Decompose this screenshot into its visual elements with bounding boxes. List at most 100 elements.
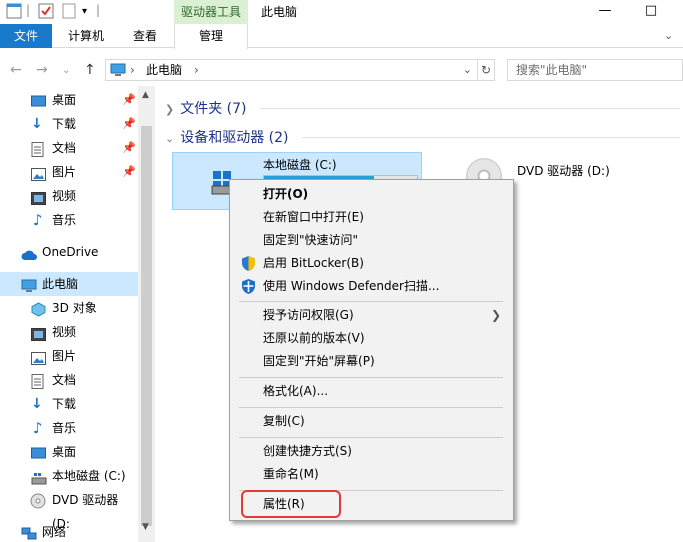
- scrollbar-thumb[interactable]: [141, 126, 152, 526]
- document-icon: [31, 373, 46, 389]
- tab-computer[interactable]: 计算机: [58, 24, 114, 48]
- nav-item-this-pc[interactable]: 此电脑: [0, 272, 138, 296]
- nav-item-pictures[interactable]: 图片: [0, 344, 138, 368]
- menu-item-create-shortcut[interactable]: 创建快捷方式(S): [230, 440, 513, 463]
- shield-icon: [240, 255, 257, 272]
- quick-access-checkmark-icon[interactable]: [38, 3, 54, 21]
- nav-item-videos[interactable]: 视频: [0, 184, 138, 208]
- drive-tools-tab-header: 驱动器工具: [174, 0, 248, 24]
- nav-label: 本地磁盘 (C:): [52, 469, 126, 483]
- nav-label: OneDrive: [42, 245, 99, 259]
- nav-item-3d-objects[interactable]: 3D 对象: [0, 296, 138, 320]
- menu-item-pin-quick-access[interactable]: 固定到"快速访问": [230, 229, 513, 252]
- nav-item-documents[interactable]: 文档: [0, 368, 138, 392]
- forward-arrow-icon[interactable]: →: [36, 62, 48, 78]
- nav-item-dvd-drive[interactable]: DVD 驱动器 (D:: [0, 488, 138, 531]
- scroll-down-icon[interactable]: ▼: [142, 522, 149, 532]
- nav-label: 桌面: [52, 93, 77, 107]
- address-separator[interactable]: ›: [130, 60, 135, 80]
- devices-group-header[interactable]: ⌄ 设备和驱动器 (2): [165, 127, 289, 147]
- nav-label: 桌面: [52, 445, 77, 459]
- nav-label: 此电脑: [42, 277, 79, 291]
- navigation-pane-scrollbar[interactable]: ▲ ▼: [138, 86, 155, 542]
- address-dropdown-icon[interactable]: ⌄: [463, 60, 472, 80]
- menu-item-grant-access[interactable]: 授予访问权限(G) ❯: [230, 304, 513, 327]
- download-icon: ↓: [31, 116, 43, 132]
- group-title: 文件夹 (7): [180, 101, 247, 117]
- tab-view[interactable]: 查看: [120, 24, 170, 48]
- drive-d-name: DVD 驱动器 (D:): [517, 164, 610, 178]
- pin-icon: 📌: [122, 117, 136, 130]
- menu-item-open-new-window[interactable]: 在新窗口中打开(E): [230, 206, 513, 229]
- nav-item-documents[interactable]: 文档 📌: [0, 136, 138, 160]
- context-menu: 打开(O) 在新窗口中打开(E) 固定到"快速访问" 启用 BitLocker(…: [229, 179, 514, 521]
- refresh-icon[interactable]: ↻: [478, 59, 495, 81]
- submenu-chevron-icon: ❯: [490, 308, 501, 322]
- group-divider: [302, 137, 680, 138]
- nav-item-desktop[interactable]: 桌面: [0, 440, 138, 464]
- menu-item-rename[interactable]: 重命名(M): [230, 463, 513, 486]
- nav-item-downloads[interactable]: ↓ 下载 📌: [0, 112, 138, 136]
- nav-item-network[interactable]: 网络: [0, 520, 138, 542]
- scroll-up-icon[interactable]: ▲: [142, 90, 149, 100]
- pictures-icon: [31, 165, 46, 181]
- nav-label: 音乐: [52, 421, 77, 435]
- tab-manage[interactable]: 管理: [174, 24, 248, 49]
- expand-ribbon-icon[interactable]: ⌄: [664, 29, 673, 42]
- drive-c-name: 本地磁盘 (C:): [263, 158, 337, 172]
- music-icon: ♪: [33, 211, 43, 229]
- nav-item-local-disk-c[interactable]: 本地磁盘 (C:): [0, 464, 138, 488]
- menu-item-bitlocker[interactable]: 启用 BitLocker(B): [230, 252, 513, 275]
- nav-label: 文档: [52, 141, 77, 155]
- menu-item-pin-start[interactable]: 固定到"开始"屏幕(P): [230, 350, 513, 373]
- nav-item-desktop[interactable]: 桌面 📌: [0, 88, 138, 112]
- tab-file[interactable]: 文件: [0, 24, 52, 48]
- dvd-icon: [30, 493, 46, 509]
- nav-label: 3D 对象: [52, 301, 97, 315]
- nav-label: 网络: [42, 525, 67, 539]
- nav-label: 图片: [52, 349, 77, 363]
- nav-item-music[interactable]: ♪ 音乐: [0, 416, 138, 440]
- document-icon: [31, 141, 46, 157]
- minimize-button[interactable]: —: [582, 0, 628, 24]
- nav-label: 下载: [52, 117, 77, 131]
- pictures-icon: [31, 349, 46, 365]
- menu-item-open[interactable]: 打开(O): [230, 183, 513, 206]
- group-divider: [260, 108, 680, 109]
- nav-label: 视频: [52, 325, 77, 339]
- nav-item-videos[interactable]: 视频: [0, 320, 138, 344]
- back-arrow-icon[interactable]: ←: [10, 62, 22, 78]
- defender-icon: [240, 278, 257, 295]
- search-placeholder: 搜索"此电脑": [516, 63, 588, 77]
- nav-item-downloads[interactable]: ↓ 下载: [0, 392, 138, 416]
- 3d-objects-icon: [31, 301, 46, 317]
- this-pc-icon: [110, 63, 126, 80]
- menu-item-defender-scan[interactable]: 使用 Windows Defender扫描...: [230, 275, 513, 298]
- up-arrow-icon[interactable]: ↑: [84, 62, 96, 78]
- chevron-down-icon[interactable]: ⌄: [165, 132, 174, 145]
- desktop-icon: [31, 93, 46, 107]
- recent-locations-icon[interactable]: ⌄: [62, 65, 70, 76]
- maximize-button[interactable]: □: [628, 0, 674, 24]
- nav-item-onedrive[interactable]: OneDrive: [0, 240, 138, 264]
- title-bar: | ▾ | 驱动器工具 此电脑 — □: [0, 0, 683, 24]
- nav-item-pictures[interactable]: 图片 📌: [0, 160, 138, 184]
- chevron-right-icon[interactable]: ❯: [165, 103, 174, 116]
- search-input[interactable]: 搜索"此电脑": [507, 59, 683, 81]
- address-separator[interactable]: ›: [194, 60, 199, 80]
- menu-item-copy[interactable]: 复制(C): [230, 410, 513, 433]
- network-icon: [21, 525, 37, 540]
- menu-separator: [239, 437, 503, 438]
- nav-item-music[interactable]: ♪ 音乐: [0, 208, 138, 232]
- quick-access-dropdown-icon[interactable]: ▾: [82, 3, 87, 21]
- folders-group-header[interactable]: ❯ 文件夹 (7): [165, 98, 247, 118]
- ribbon-tabs: 文件 计算机 查看 管理 ⌄: [0, 24, 683, 49]
- address-path[interactable]: 此电脑: [146, 60, 182, 80]
- quick-access-new-file-icon[interactable]: [62, 3, 76, 21]
- menu-item-restore-versions[interactable]: 还原以前的版本(V): [230, 327, 513, 350]
- nav-label: 图片: [52, 165, 77, 179]
- address-bar[interactable]: › 此电脑 › ⌄: [105, 59, 478, 81]
- toolbar-divider: |: [26, 3, 31, 17]
- menu-item-format[interactable]: 格式化(A)...: [230, 380, 513, 403]
- quick-access-properties-icon[interactable]: [6, 3, 22, 21]
